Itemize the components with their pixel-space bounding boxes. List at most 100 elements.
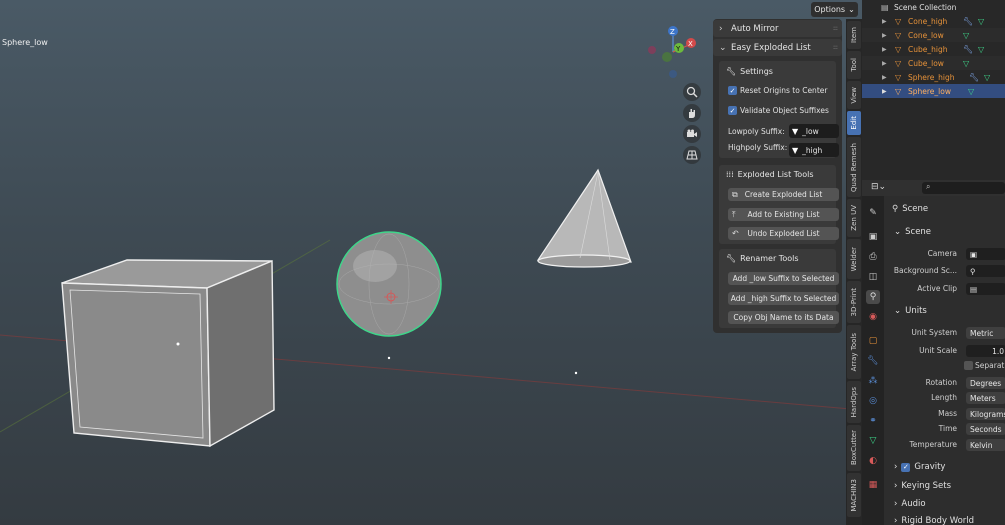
background-scene-label: Background Sc... (893, 266, 957, 275)
auto-mirror-header[interactable]: › Auto Mirror :::: (713, 20, 842, 37)
particles-icon[interactable]: ⁂ (866, 374, 880, 388)
pan-hand-icon[interactable] (683, 104, 701, 122)
active-clip-field[interactable]: ▤ (966, 283, 1005, 295)
highpoly-suffix-field[interactable]: ▼ _high (789, 143, 839, 157)
validate-suffixes-checkbox[interactable]: ✓ Validate Object Suffixes (728, 106, 829, 115)
tab-view[interactable]: View (847, 81, 861, 109)
cone-object[interactable] (536, 168, 632, 268)
expand-arrow-icon[interactable]: ▶ (882, 32, 887, 39)
tab-edit[interactable]: Edit (847, 111, 861, 135)
outliner-item[interactable]: ▶ ▽ Sphere_high 🔧︎ ▽ (862, 70, 1005, 84)
outliner-item[interactable]: ▶ ▽ Cone_high 🔧︎ ▽ (862, 14, 1005, 28)
rigid-body-section-header[interactable]: › Rigid Body World (894, 516, 974, 525)
tab-quad-remesh[interactable]: Quad Remesh (847, 137, 861, 197)
expand-arrow-icon[interactable]: ▶ (882, 74, 887, 81)
lowpoly-suffix-field[interactable]: ▼ _low (789, 124, 839, 138)
time-dropdown[interactable]: Seconds (966, 423, 1005, 435)
gravity-checkbox[interactable]: ✓ (901, 462, 911, 472)
renamer-title-row: 🔧︎ Renamer Tools (726, 254, 799, 263)
tab-array-tools[interactable]: Array Tools (847, 325, 861, 379)
grid-dots-icon: ⁞⁞⁞ (726, 170, 734, 179)
length-dropdown[interactable]: Meters (966, 392, 1005, 404)
expand-arrow-icon[interactable]: ▶ (882, 60, 887, 67)
separate-units-checkbox[interactable] (964, 361, 973, 370)
tab-welder[interactable]: Welder (847, 239, 861, 279)
expand-arrow-icon[interactable]: ▶ (882, 46, 887, 53)
gizmo-z-label: Z (670, 28, 675, 36)
scene-section-header[interactable]: ⌄ Scene (894, 227, 931, 237)
view-layer-icon[interactable]: ◫ (866, 270, 880, 284)
texture-icon[interactable]: ▦ (866, 478, 880, 492)
create-exploded-list-button[interactable]: ⧉ Create Exploded List (728, 188, 839, 201)
settings-title-row: 🔧︎ Settings (726, 67, 773, 76)
tab-boxcutter[interactable]: BoxCutter (847, 425, 861, 471)
background-scene-field[interactable]: ⚲ (966, 265, 1005, 277)
tab-tool[interactable]: Tool (847, 51, 861, 79)
material-icon[interactable]: ◐ (866, 454, 880, 468)
constraints-icon[interactable]: ⚭ (866, 414, 880, 428)
add-to-existing-list-button[interactable]: ⤒ Add to Existing List (728, 208, 839, 221)
cube-object[interactable] (61, 259, 275, 448)
settings-title: Settings (740, 67, 773, 76)
tab-3d-print[interactable]: 3D-Print (847, 281, 861, 323)
camera-icon: ▣ (970, 249, 978, 259)
scene-context: ⚲ Scene (892, 204, 928, 214)
checkbox-checked-icon[interactable]: ✓ (728, 106, 737, 115)
outliner-item[interactable]: ▶ ▽ Cube_low ▽ (862, 56, 1005, 70)
tab-item[interactable]: Item (847, 21, 861, 49)
keying-sets-section-header[interactable]: › Keying Sets (894, 481, 951, 491)
camera-icon[interactable] (683, 125, 701, 143)
data-icon[interactable]: ▽ (866, 434, 880, 448)
editor-type-icon[interactable]: ⊟⌄ (871, 182, 886, 192)
undo-exploded-list-button[interactable]: ↶ Undo Exploded List (728, 227, 839, 240)
render-icon[interactable]: ▣ (866, 230, 880, 244)
mesh-object-icon: ▽ (895, 16, 902, 26)
sphere-object[interactable] (336, 231, 442, 337)
properties-search-input[interactable]: ⌕ (922, 182, 1005, 194)
easy-exploded-header[interactable]: ⌄ Easy Exploded List :::: (713, 39, 842, 56)
unit-system-dropdown[interactable]: Metric (966, 327, 1005, 339)
outliner-item[interactable]: ▶ ▽ Cone_low ▽ (862, 28, 1005, 42)
object-icon[interactable]: ▢ (866, 334, 880, 348)
outliner-item[interactable]: ▶ ▽ Cube_high 🔧︎ ▽ (862, 42, 1005, 56)
modifier-icon[interactable]: 🔧︎ (866, 354, 880, 368)
copy-obj-name-button[interactable]: Copy Obj Name to its Data (728, 311, 839, 324)
expand-arrow-icon[interactable]: ▶ (882, 88, 887, 95)
scene-collection-row[interactable]: ▤ Scene Collection (862, 1, 1005, 13)
output-icon[interactable]: ⎙ (866, 250, 880, 264)
tab-zen-uv[interactable]: Zen UV (847, 199, 861, 237)
gravity-section-header[interactable]: › ✓ Gravity (894, 462, 945, 472)
tool-icon[interactable]: ✎ (866, 206, 880, 220)
length-label: Length (931, 393, 957, 402)
camera-label: Camera (927, 249, 957, 258)
drag-grip-icon[interactable]: :::: (833, 25, 838, 32)
temperature-dropdown[interactable]: Kelvin (966, 439, 1005, 451)
mesh-data-icon: ▽ (963, 30, 970, 40)
wrench-icon: 🔧︎ (726, 254, 737, 263)
zoom-icon[interactable] (683, 83, 701, 101)
add-low-suffix-button[interactable]: Add _low Suffix to Selected (728, 272, 839, 285)
highpoly-suffix-row: Highpoly Suffix: (728, 143, 787, 152)
mass-dropdown[interactable]: Kilograms (966, 408, 1005, 420)
drag-grip-icon[interactable]: :::: (833, 44, 838, 51)
reset-origins-checkbox[interactable]: ✓ Reset Origins to Center (728, 86, 827, 95)
chevron-down-icon: ⌄ (894, 306, 902, 316)
add-high-label: Add _high Suffix to Selected (730, 294, 837, 303)
checkbox-checked-icon[interactable]: ✓ (728, 86, 737, 95)
scene-context-label: Scene (902, 204, 929, 214)
physics-icon[interactable]: ◎ (866, 394, 880, 408)
tab-machin3[interactable]: MACHIN3 (847, 473, 861, 517)
scene-icon[interactable]: ⚲ (866, 290, 880, 304)
tab-hardops[interactable]: HardOps (847, 381, 861, 423)
rotation-dropdown[interactable]: Degrees (966, 377, 1005, 389)
audio-section-header[interactable]: › Audio (894, 499, 926, 509)
world-icon[interactable]: ◉ (866, 310, 880, 324)
camera-field[interactable]: ▣ (966, 248, 1005, 260)
add-high-suffix-button[interactable]: Add _high Suffix to Selected (728, 292, 839, 305)
units-section-header[interactable]: ⌄ Units (894, 306, 927, 316)
perspective-grid-icon[interactable] (683, 146, 701, 164)
expand-arrow-icon[interactable]: ▶ (882, 18, 887, 25)
outliner-item-selected[interactable]: ▶ ▽ Sphere_low ▽ (862, 84, 1005, 98)
unit-scale-field[interactable]: 1.0 (966, 345, 1005, 357)
options-dropdown[interactable]: Options ⌄ (811, 2, 858, 17)
